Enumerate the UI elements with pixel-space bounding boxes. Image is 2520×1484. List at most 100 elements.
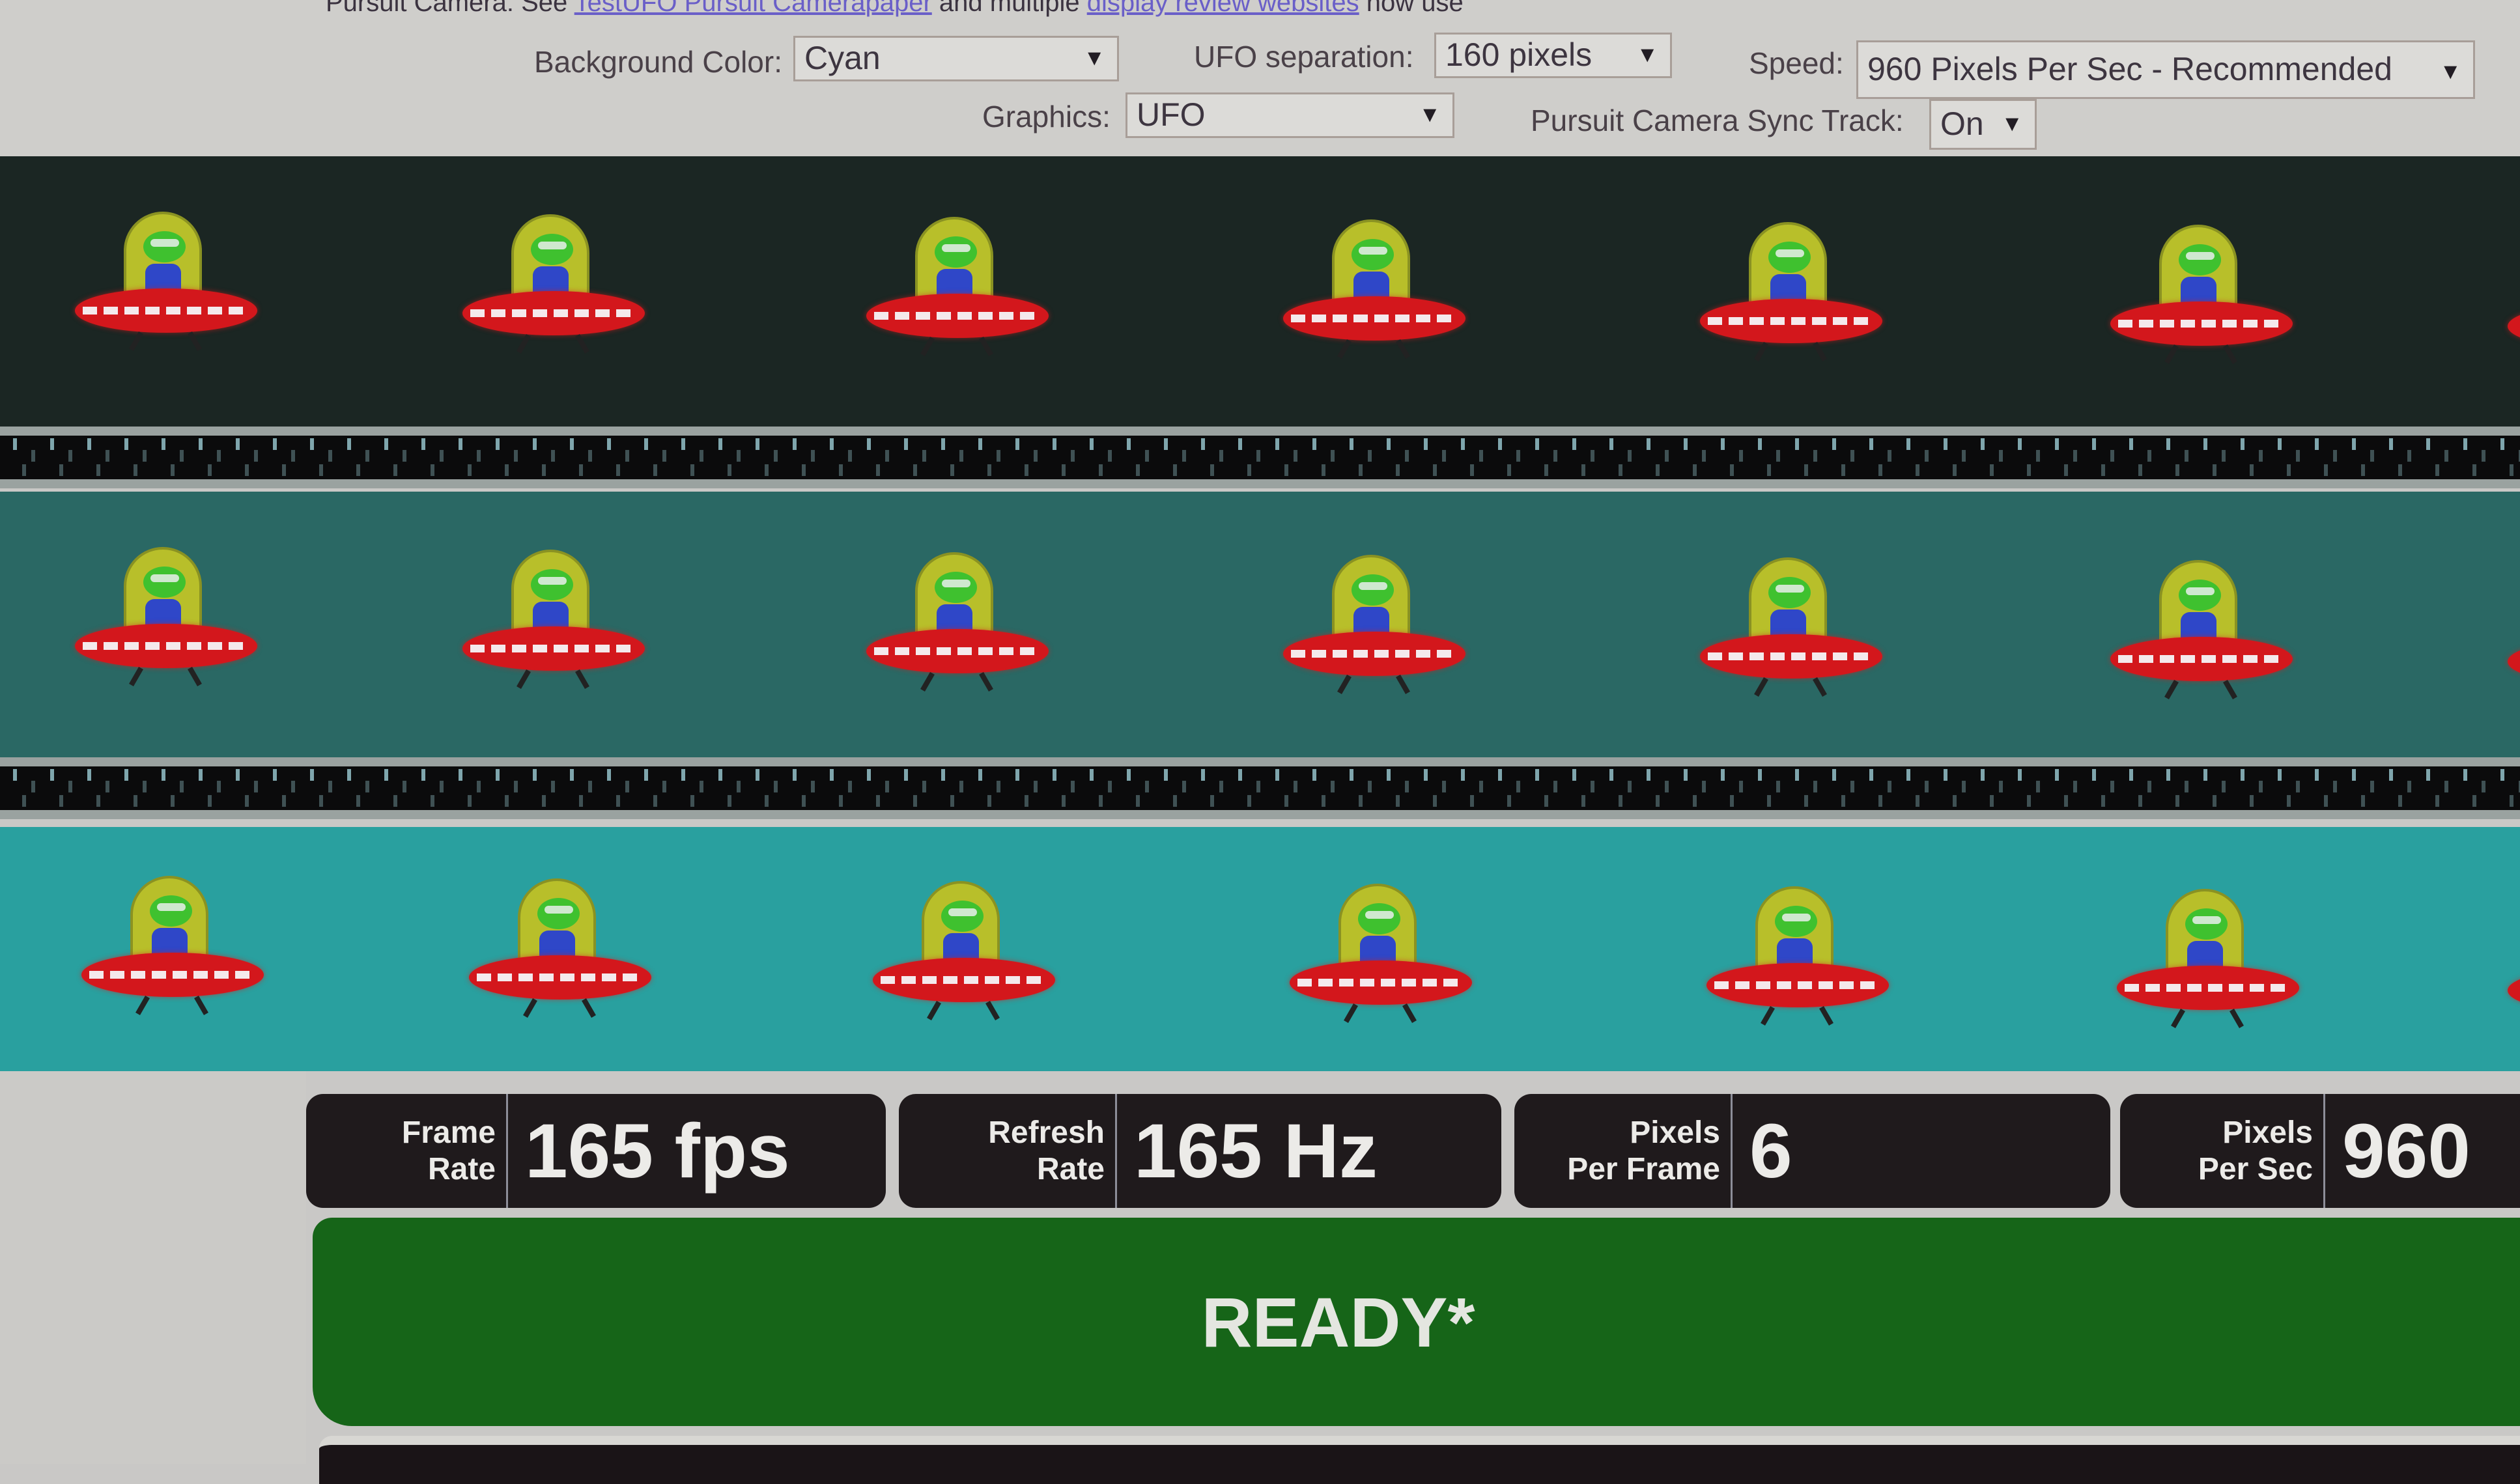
ufo-lights <box>2118 655 2285 663</box>
sync-tick <box>1424 769 1428 781</box>
ufo-lights <box>2125 984 2291 992</box>
sync-tick <box>1553 450 1557 462</box>
sync-tick <box>867 438 871 450</box>
sync-tick <box>459 438 462 450</box>
sync-track-select[interactable]: On ▼ <box>1929 99 2037 150</box>
sync-tick <box>1581 795 1585 807</box>
ufo-leg <box>927 1001 941 1020</box>
ufo-lights <box>470 309 637 317</box>
alien-head <box>1768 242 1811 273</box>
sync-tick <box>728 795 731 807</box>
ufo-leg <box>1761 1006 1775 1026</box>
graphics-select[interactable]: UFO ▼ <box>1126 92 1454 138</box>
sync-tick <box>1108 781 1112 792</box>
sync-tick <box>867 769 871 781</box>
ufo-sprite-partial <box>2501 891 2520 1028</box>
sync-tick <box>1312 769 1316 781</box>
sync-tick <box>579 795 583 807</box>
sync-tick <box>987 795 991 807</box>
sync-tick <box>1294 781 1297 792</box>
status-text: READY* <box>1201 1282 1475 1362</box>
ufo-separation-select[interactable]: 160 pixels ▼ <box>1434 33 1672 78</box>
bottom-panel <box>319 1436 2520 1484</box>
sync-tick <box>1127 438 1131 450</box>
sync-tick <box>1433 464 1437 476</box>
stat-label: Refresh Rate <box>899 1094 1117 1208</box>
sync-tick <box>1312 438 1316 450</box>
sync-tick <box>319 795 323 807</box>
sync-tick <box>1461 769 1465 781</box>
display-review-websites-link[interactable]: display review websites <box>1087 0 1359 17</box>
sync-tick <box>718 769 722 781</box>
sync-tick <box>2278 769 2282 781</box>
sync-tick <box>2361 795 2365 807</box>
sync-tick <box>839 795 843 807</box>
sync-tick <box>830 438 834 450</box>
sync-tick <box>310 438 314 450</box>
sync-tick <box>1684 438 1688 450</box>
sync-track <box>0 757 2520 819</box>
pursuit-camera-link[interactable]: TestUFO Pursuit Camera <box>574 0 866 17</box>
sync-tick <box>1878 464 1882 476</box>
sync-tick <box>1053 438 1056 450</box>
sync-tick <box>254 450 258 462</box>
sync-tick <box>328 781 332 792</box>
ufo-lights <box>1297 979 1464 987</box>
sync-tick <box>681 438 685 450</box>
alien-eyes <box>1782 914 1811 921</box>
sync-tick <box>1767 464 1771 476</box>
ufo-lights <box>881 976 1047 984</box>
sync-tick <box>1099 795 1103 807</box>
ufo-leg <box>129 331 143 351</box>
sync-tick <box>2138 464 2142 476</box>
background-color-select[interactable]: Cyan ▼ <box>793 36 1119 81</box>
speed-label: Speed: <box>1749 46 1844 80</box>
sync-tick <box>1182 781 1186 792</box>
sync-tick <box>1498 438 1502 450</box>
ufo-leg <box>188 667 202 686</box>
sync-tick <box>1145 450 1149 462</box>
sync-tick <box>245 795 249 807</box>
sync-tick <box>1581 464 1585 476</box>
alien-head <box>143 567 186 598</box>
sync-tick <box>2241 438 2244 450</box>
sync-tick <box>1210 464 1214 476</box>
sync-tick <box>2333 450 2337 462</box>
sync-tick <box>1247 464 1251 476</box>
sync-tick <box>514 781 518 792</box>
sync-tick <box>31 450 35 462</box>
paper-link[interactable]: paper <box>865 0 931 17</box>
ufo-lights <box>83 307 249 315</box>
ufo-leg <box>1396 339 1410 359</box>
stat-label-line: Pixels <box>1630 1115 1720 1150</box>
sync-tick <box>1275 438 1279 450</box>
sync-tick <box>690 795 694 807</box>
sync-tick <box>236 438 240 450</box>
sync-tick <box>365 450 369 462</box>
ufo-sprite <box>68 212 264 351</box>
sync-tick <box>1953 795 1957 807</box>
sync-tick <box>1813 450 1817 462</box>
sync-tick <box>2129 438 2133 450</box>
sync-tick <box>978 769 982 781</box>
sync-tick <box>50 769 54 781</box>
sync-tick <box>468 795 472 807</box>
sync-tick <box>282 464 286 476</box>
speed-select[interactable]: 960 Pixels Per Sec - Recommended ▼ <box>1856 40 2475 99</box>
alien-head <box>1768 577 1811 608</box>
sync-tick <box>1219 781 1223 792</box>
sync-tick <box>1665 781 1669 792</box>
sync-tick <box>59 464 63 476</box>
sync-tick <box>2426 769 2430 781</box>
sync-tick <box>2278 438 2282 450</box>
sync-tick <box>570 438 574 450</box>
sync-tick <box>2185 450 2188 462</box>
sync-tick <box>811 781 815 792</box>
sync-track-value: On <box>1940 105 1984 142</box>
sync-tick <box>403 781 406 792</box>
sync-tick <box>1850 781 1854 792</box>
sync-tick <box>431 464 434 476</box>
sync-tick <box>904 769 908 781</box>
sync-tick <box>356 795 360 807</box>
sync-tick <box>2055 769 2059 781</box>
